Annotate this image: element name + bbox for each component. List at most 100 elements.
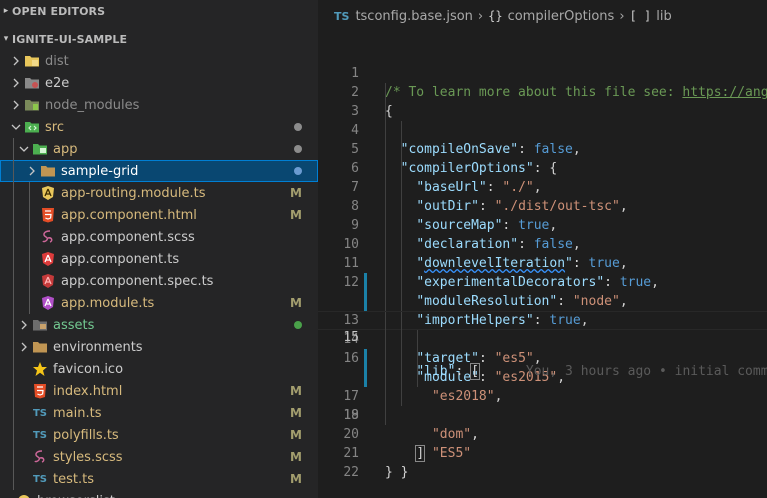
sass-icon (40, 229, 56, 245)
code-line: 7 "sourceMap": true, (318, 159, 767, 233)
modified-dot (294, 116, 302, 138)
code-line: 9 "downlevelIteration": true, (318, 197, 767, 271)
modified-line-marker[interactable] (364, 292, 367, 311)
modified-badge: M (290, 472, 302, 486)
modified-badge: M (290, 384, 302, 398)
folder-src-icon (24, 119, 40, 135)
open-editors-label: OPEN EDITORS (12, 4, 106, 18)
code-line: 17 "dom", (318, 349, 767, 442)
code-line: 4 "compilerOptions": { (318, 102, 767, 176)
tree-item-src[interactable]: src (0, 116, 318, 138)
modified-dot (294, 138, 302, 160)
tree-item-main-ts[interactable]: TS main.ts M (0, 402, 318, 424)
tree-item-label: environments (53, 339, 143, 355)
code-line: 8 "declaration": false, (318, 178, 767, 252)
code-line: 18 "ES5" (318, 368, 767, 461)
code-line: 22 (318, 444, 767, 480)
tree-item-label: browserslist (37, 494, 115, 498)
editor-pane: TS tsconfig.base.json › {} compilerOptio… (318, 0, 767, 498)
tree-item-app-component-ts[interactable]: app.component.ts (0, 248, 318, 270)
chevron-right-icon (24, 160, 40, 182)
tree-item-label: app-routing.module.ts (61, 185, 206, 201)
array-symbol-icon: [ ] (629, 9, 652, 23)
tree-item-label: src (45, 119, 64, 135)
code-line: 11 "moduleResolution": "node", (318, 235, 767, 309)
code-line: 13 "target": "es5", (318, 273, 767, 366)
modified-line-marker[interactable] (364, 368, 367, 387)
tree-item-favicon[interactable]: favicon.ico (0, 358, 318, 380)
tree-item-app-component-html[interactable]: app.component.html M (0, 204, 318, 226)
tree-item-label: app.component.html (61, 207, 197, 223)
modified-badge: M (290, 296, 302, 310)
chevron-right-icon (8, 50, 24, 72)
angular-routing-icon (40, 185, 56, 201)
tree-item-polyfills-ts[interactable]: TS polyfills.ts M (0, 424, 318, 446)
tree-item-label: main.ts (53, 405, 102, 421)
line-number: 22 (343, 465, 359, 480)
code-line: 3 "compileOnSave": false, (318, 83, 767, 157)
tree-item-label: favicon.ico (53, 361, 124, 377)
breadcrumb-compiler-options[interactable]: compilerOptions (508, 9, 615, 24)
sass-icon (32, 449, 48, 465)
tree-item-label: index.html (53, 383, 123, 399)
explorer-sidebar: ▸ OPEN EDITORS ▾ IGNITE-UI-SAMPLE dist e… (0, 0, 318, 498)
tree-item-label: polyfills.ts (53, 427, 119, 443)
html5-icon (32, 383, 48, 399)
folder-icon (40, 163, 56, 179)
html5-icon (40, 207, 56, 223)
folder-node-icon (24, 97, 40, 113)
tree-item-app-component-scss[interactable]: app.component.scss (0, 226, 318, 248)
typescript-icon: TS (32, 407, 48, 419)
open-editors-header[interactable]: ▸ OPEN EDITORS (0, 0, 318, 22)
project-header[interactable]: ▾ IGNITE-UI-SAMPLE (0, 28, 318, 50)
code-editor[interactable]: 1 /* To learn more about this file see: … (318, 45, 767, 480)
breadcrumb-lib[interactable]: lib (656, 9, 671, 24)
object-symbol-icon: {} (488, 9, 503, 23)
tree-item-styles-scss[interactable]: styles.scss M (0, 446, 318, 468)
code-line: 12 "importHelpers": true, (318, 254, 767, 328)
chevron-right-icon: › (619, 8, 625, 24)
chevron-right-icon (8, 72, 24, 94)
tree-item-dist[interactable]: dist (0, 50, 318, 72)
tree-item-browserslist[interactable]: browserslist (0, 490, 318, 498)
tree-item-node-modules[interactable]: node_modules (0, 94, 318, 116)
tree-item-test-ts[interactable]: TS test.ts M (0, 468, 318, 490)
tree-item-label: dist (45, 53, 69, 69)
code-line-current: 15 "lib": [ You, 3 hours ago • initial c… (318, 311, 767, 380)
breadcrumb: TS tsconfig.base.json › {} compilerOptio… (318, 0, 767, 32)
untracked-dot (294, 314, 302, 336)
chevron-down-icon (8, 116, 24, 138)
code-line: 1 /* To learn more about this file see: … (318, 45, 767, 100)
tree-item-app-routing-module[interactable]: app-routing.module.ts M (0, 182, 318, 204)
folder-e2e-icon (24, 75, 40, 91)
tree-item-app-module[interactable]: app.module.ts M (0, 292, 318, 314)
tree-item-e2e[interactable]: e2e (0, 72, 318, 94)
brace-close: } (385, 465, 393, 480)
tree-item-app-component-spec[interactable]: app.component.spec.ts (0, 270, 318, 292)
chevron-right-icon: › (477, 8, 484, 24)
modified-line-marker[interactable] (364, 349, 367, 368)
brace-close: } (400, 465, 409, 480)
tree-item-environments[interactable]: environments (0, 336, 318, 358)
code-line: 2 { (318, 64, 767, 119)
tree-item-sample-grid[interactable]: sample-grid (0, 160, 318, 182)
chevron-right-icon: ▸ (3, 6, 9, 16)
tree-item-label: test.ts (53, 471, 94, 487)
project-label: IGNITE-UI-SAMPLE (12, 32, 128, 46)
chevron-right-icon (16, 336, 32, 358)
folder-icon (32, 339, 48, 355)
folder-app-icon (32, 141, 48, 157)
modified-line-marker[interactable] (364, 273, 367, 292)
folder-assets-icon (32, 317, 48, 333)
code-line: 5 "baseUrl": "./", (318, 121, 767, 195)
modified-badge: M (290, 428, 302, 442)
tree-item-index-html[interactable]: index.html M (0, 380, 318, 402)
breadcrumb-file[interactable]: tsconfig.base.json (355, 9, 472, 24)
tree-item-assets[interactable]: assets (0, 314, 318, 336)
tree-item-app[interactable]: app (0, 138, 318, 160)
tree-item-label: app.component.ts (61, 251, 180, 267)
favicon-star-icon (32, 361, 48, 377)
code-line: 16 "es2018", (318, 330, 767, 404)
tree-item-label: app (53, 141, 78, 157)
tree-item-label: sample-grid (61, 163, 139, 179)
